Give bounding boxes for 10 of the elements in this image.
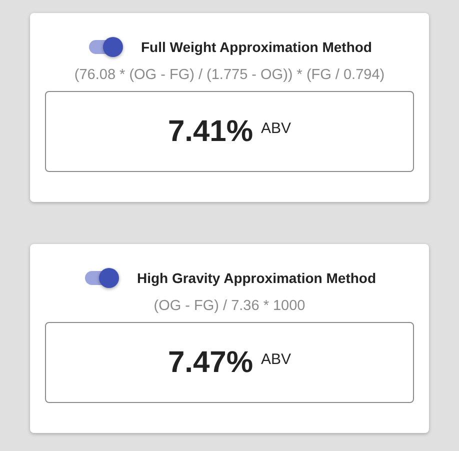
abv-value: 7.47%	[168, 346, 254, 380]
abv-value: 7.41%	[168, 114, 254, 148]
toggle-switch[interactable]	[87, 37, 123, 57]
method-title: Full Weight Approximation Method	[141, 39, 372, 55]
toggle-switch[interactable]	[82, 268, 119, 288]
formula-text: (76.08 * (OG - FG) / (1.775 - OG)) * (FG / 0.794)	[74, 67, 385, 83]
formula-text: (OG - FG) / 7.36 * 1000	[154, 298, 306, 314]
method-title: High Gravity Approximation Method	[136, 270, 376, 286]
abv-unit: ABV	[261, 120, 292, 137]
abv-unit: ABV	[261, 351, 292, 368]
